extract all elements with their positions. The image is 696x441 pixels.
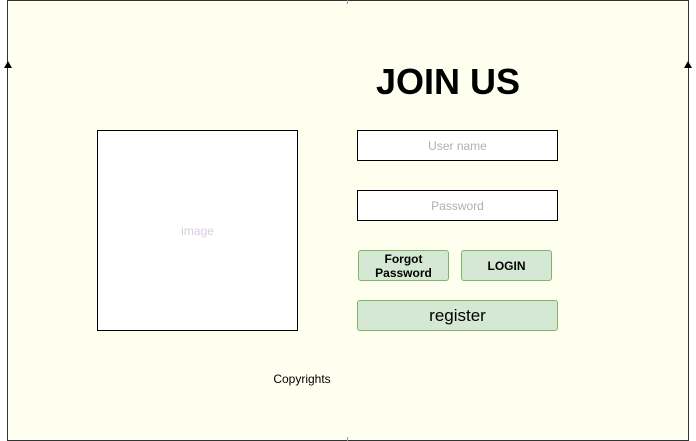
image-placeholder: image	[97, 130, 298, 331]
arrow-up-icon	[684, 61, 692, 68]
username-input[interactable]	[357, 130, 558, 161]
forgot-password-button[interactable]: Forgot Password	[358, 250, 449, 281]
password-input[interactable]	[357, 190, 558, 221]
register-button[interactable]: register	[357, 300, 558, 331]
login-button[interactable]: LOGIN	[461, 250, 552, 281]
page-title: JOIN US	[375, 61, 521, 102]
arrow-up-icon	[4, 61, 12, 68]
image-placeholder-label: image	[181, 223, 214, 238]
connection-point	[347, 437, 348, 441]
connection-point	[347, 0, 348, 4]
copyright-text: Copyrights	[273, 372, 331, 386]
